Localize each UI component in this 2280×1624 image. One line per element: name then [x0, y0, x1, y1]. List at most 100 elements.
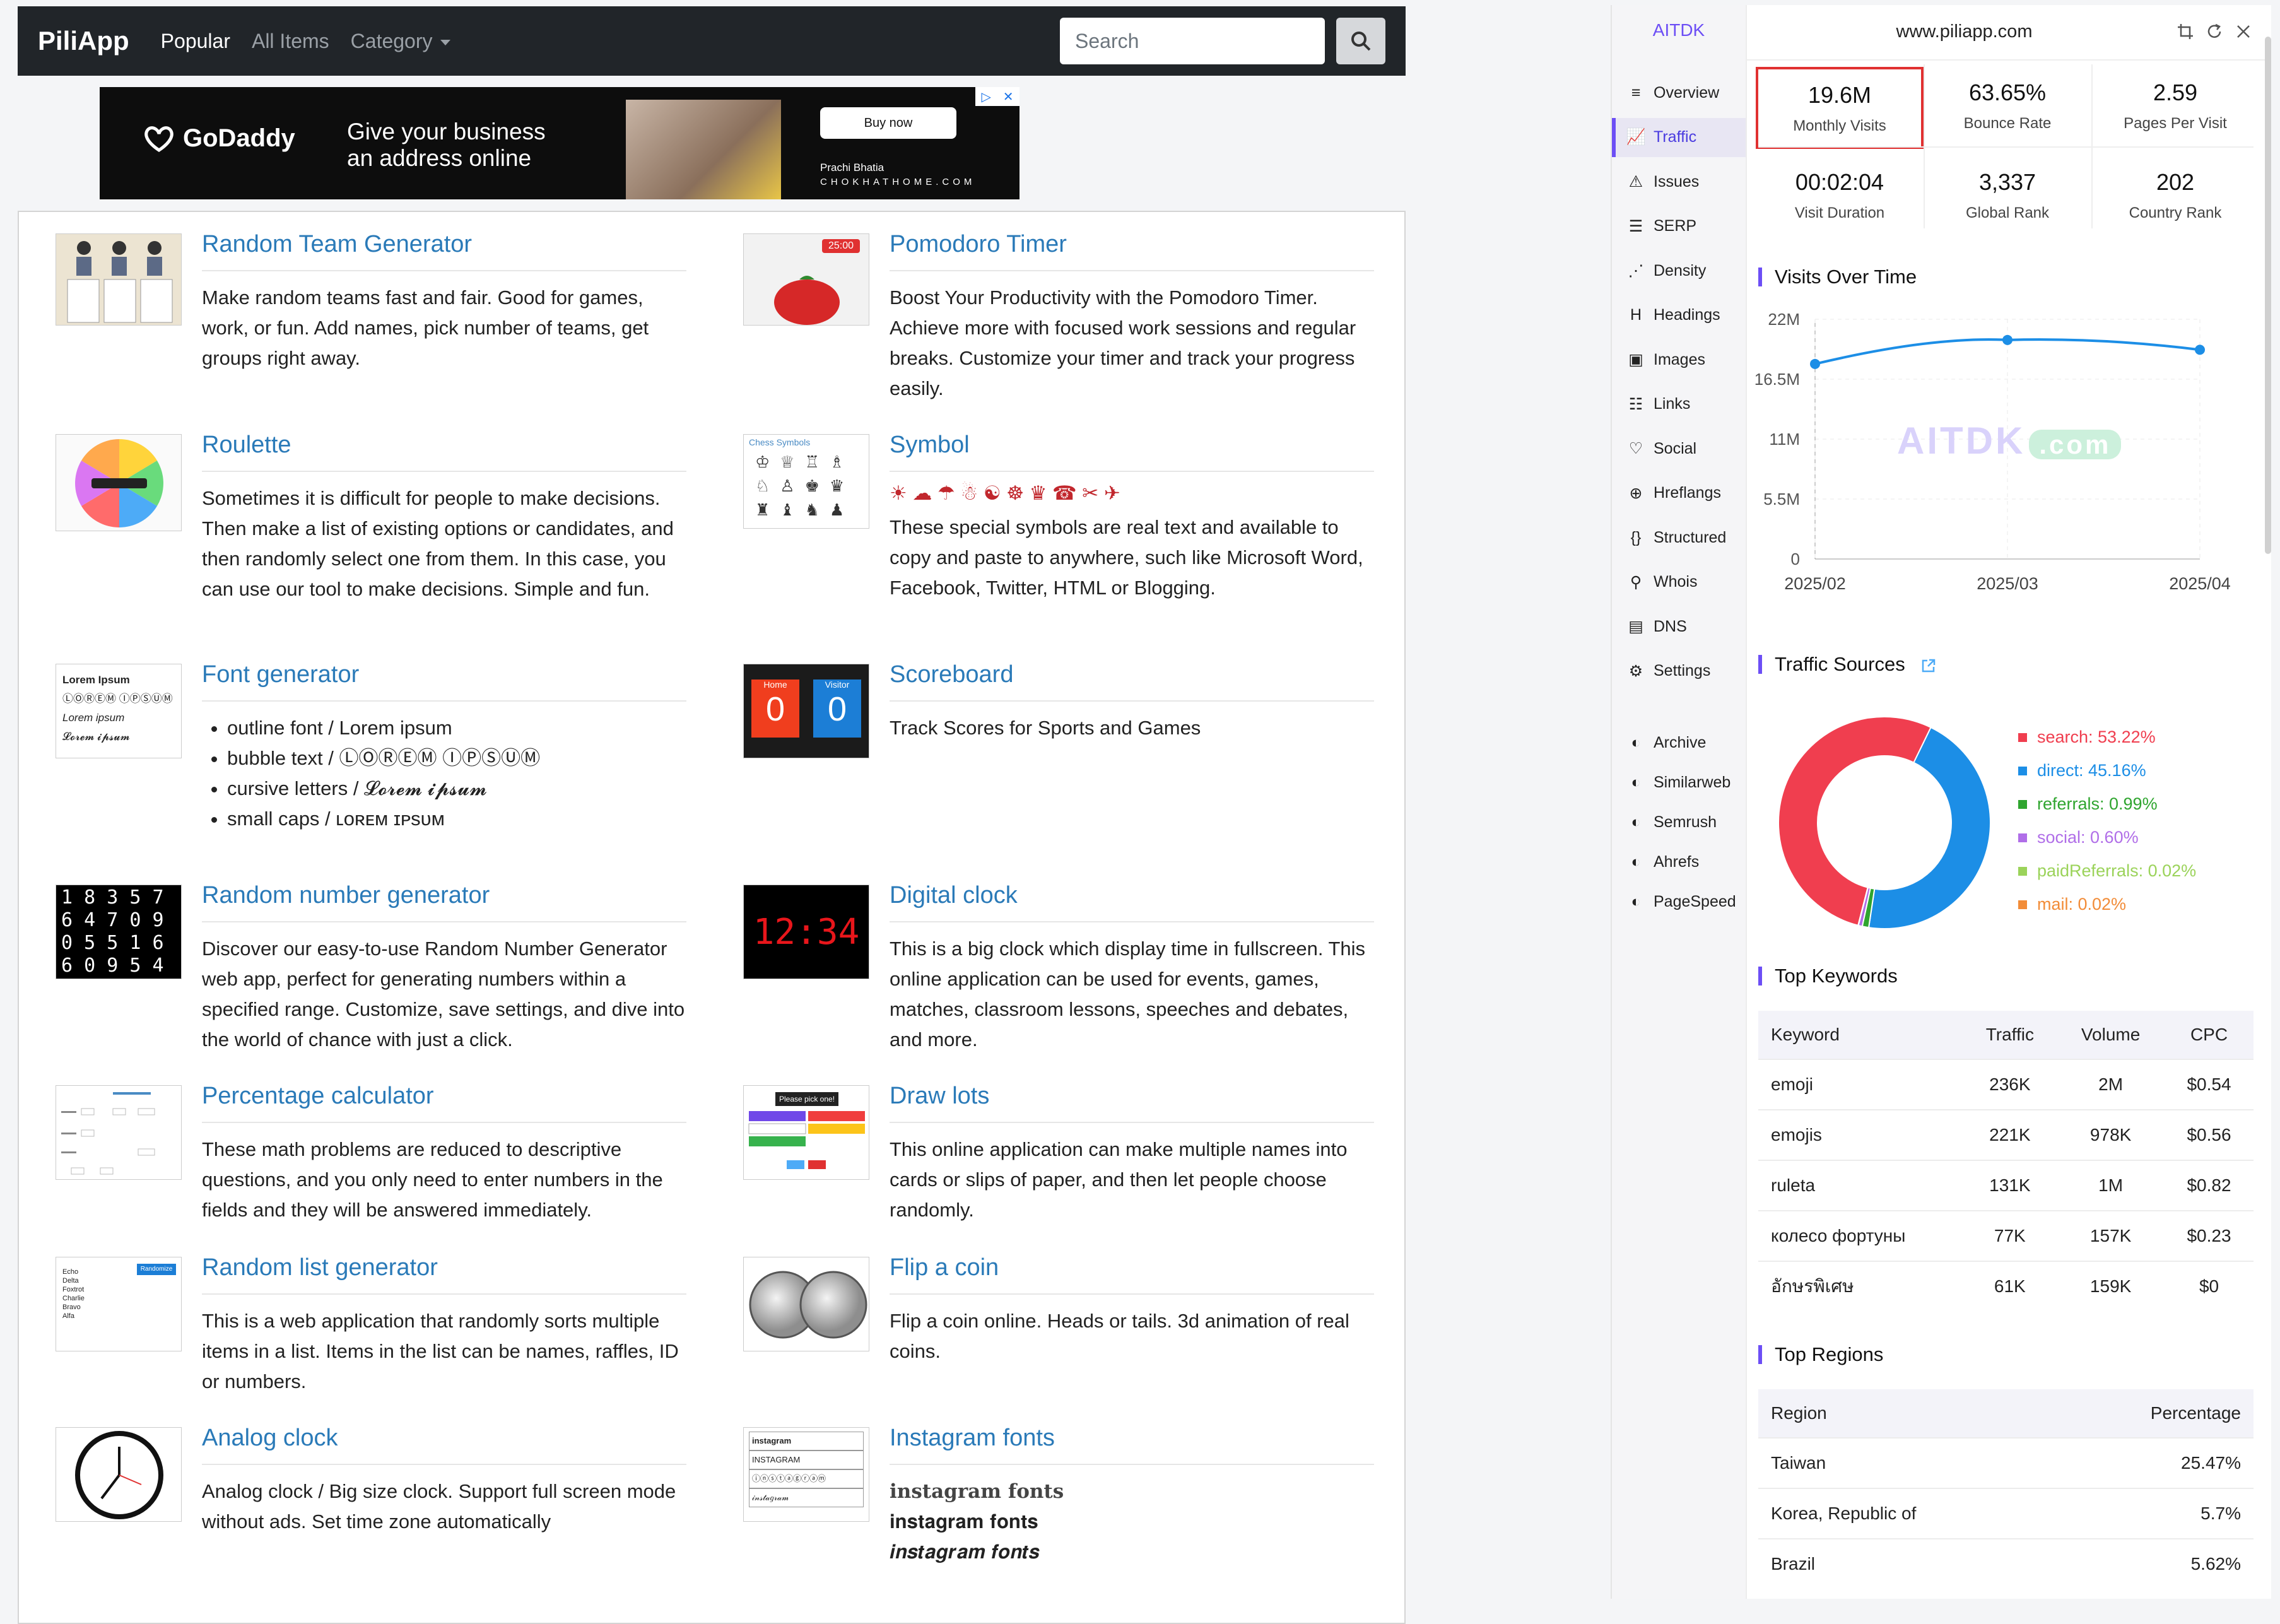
nav-link-all-items[interactable]: All Items — [252, 30, 329, 53]
metric-label: Global Rank — [1965, 204, 2050, 221]
sidebar-item-links[interactable]: ☷ Links — [1612, 385, 1746, 424]
refresh-icon[interactable] — [2206, 23, 2223, 40]
traffic-sources-donut — [1778, 716, 1991, 929]
item-description: Sometimes it is difficult for people to … — [202, 487, 674, 600]
instagram-fonts-thumbnail: instagram INSTAGRAM ⓘⓝⓢⓣⓐⓖⓡⓐⓜ 𝒾𝓃𝓈𝓉𝒶𝑔𝓇𝒶𝓂 — [743, 1427, 869, 1522]
site-logo[interactable]: PiliApp — [38, 26, 129, 56]
item-title[interactable]: Font generator — [202, 661, 359, 688]
item-title[interactable]: Instagram fonts — [890, 1425, 1055, 1452]
external-link-icon[interactable] — [1920, 657, 1937, 674]
search-button[interactable] — [1336, 18, 1385, 64]
legend-item-referrals[interactable]: referrals: 0.99% — [2018, 787, 2196, 821]
scrollbar[interactable] — [2265, 37, 2271, 554]
table-cell: emoji — [1758, 1059, 1963, 1110]
legend-item-search[interactable]: search: 53.22% — [2018, 721, 2196, 754]
legend-swatch — [2018, 866, 2027, 876]
sidebar-item-whois[interactable]: ⚲ Whois — [1612, 563, 1746, 602]
symbol-thumbnail: Chess Symbols ♔♕♖♗ ♘♙♚♛ ♜♝♞♟ — [743, 434, 869, 529]
legend-item-social[interactable]: social: 0.60% — [2018, 821, 2196, 854]
item-title[interactable]: Pomodoro Timer — [890, 231, 1067, 258]
section-title-keywords: Top Keywords — [1758, 966, 1898, 986]
image-icon: ▣ — [1628, 351, 1643, 368]
item-title[interactable]: Scoreboard — [890, 661, 1013, 688]
sidebar-item-label: DNS — [1654, 617, 1687, 635]
item-title[interactable]: Percentage calculator — [202, 1083, 434, 1110]
sidebar-item-images[interactable]: ▣ Images — [1612, 340, 1746, 379]
nav-link-category[interactable]: Category — [351, 30, 450, 53]
ad-close-icon[interactable]: ▷ ✕ — [975, 87, 1020, 106]
legend-label: search: 53.22% — [2037, 727, 2156, 746]
sidebar-item-structured[interactable]: {} Structured — [1612, 518, 1746, 557]
sidebar-item-traffic[interactable]: 📈 Traffic — [1612, 117, 1746, 157]
table-row: อักษรพิเศษ 61K 159K $0 — [1758, 1261, 2254, 1311]
external-link-semrush[interactable]: ◐ Semrush — [1612, 803, 1746, 842]
ad-banner[interactable]: GoDaddy Give your business an address on… — [100, 87, 1020, 199]
close-icon[interactable] — [2235, 23, 2252, 40]
metric-value: 3,337 — [1978, 169, 2036, 195]
table-cell: 5.7% — [2053, 1488, 2254, 1539]
donut-slice-direct[interactable] — [1867, 726, 1991, 929]
sidebar-item-social[interactable]: ♡ Social — [1612, 429, 1746, 468]
external-link-ahrefs[interactable]: ◐ Ahrefs — [1612, 842, 1746, 881]
item-title[interactable]: Digital clock — [890, 882, 1018, 909]
chess-symbols-grid: ♔♕♖♗ ♘♙♚♛ ♜♝♞♟ — [755, 452, 855, 519]
legend-item-mail[interactable]: mail: 0.02% — [2018, 888, 2196, 921]
divider — [202, 270, 686, 271]
sidebar-item-headings[interactable]: H Headings — [1612, 296, 1746, 335]
item-title[interactable]: Random list generator — [202, 1254, 438, 1281]
item-title[interactable]: Roulette — [202, 432, 291, 459]
table-row: Taiwan 25.47% — [1758, 1437, 2254, 1488]
data-point[interactable] — [1810, 358, 1820, 369]
x-tick-label: 2025/02 — [1784, 574, 1846, 593]
external-link-similarweb[interactable]: ◐ Similarweb — [1612, 763, 1746, 802]
divider — [890, 471, 1374, 472]
data-point[interactable] — [2195, 344, 2205, 355]
item-description: These math problems are reduced to descr… — [202, 1138, 663, 1221]
external-tool-icon: ◐ — [1631, 852, 1641, 871]
item-title[interactable]: Flip a coin — [890, 1254, 999, 1281]
font-sample: 𝐢𝐧𝐬𝐭𝐚𝐠𝐫𝐚𝐦 𝐟𝐨𝐧𝐭𝐬 — [890, 1510, 1038, 1533]
column-header: CPC — [2165, 1011, 2254, 1059]
sidebar-item-label: Structured — [1654, 528, 1727, 546]
item-title[interactable]: Random Team Generator — [202, 231, 472, 258]
table-cell: 2M — [2057, 1059, 2165, 1110]
watermark-tag: .com — [2029, 430, 2122, 459]
item-title[interactable]: Draw lots — [890, 1083, 989, 1110]
nav-link-popular[interactable]: Popular — [161, 30, 230, 53]
ad-brand: GoDaddy — [183, 124, 295, 152]
sidebar-item-issues[interactable]: ⚠ Issues — [1612, 162, 1746, 201]
crop-icon[interactable] — [2177, 23, 2194, 40]
item-title[interactable]: Symbol — [890, 432, 970, 459]
external-link-archive[interactable]: ◐ Archive — [1612, 723, 1746, 762]
line-chart-icon: 📈 — [1626, 128, 1646, 146]
close-icon: ✕ — [1002, 90, 1014, 104]
item-description: Flip a coin online. Heads or tails. 3d a… — [890, 1310, 1349, 1362]
y-tick-label: 11M — [1769, 430, 1800, 449]
sidebar-item-density[interactable]: ⋰ Density — [1612, 251, 1746, 290]
legend-item-direct[interactable]: direct: 45.16% — [2018, 754, 2196, 787]
legend-item-paidReferrals[interactable]: paidReferrals: 0.02% — [2018, 854, 2196, 888]
legend-label: social: 0.60% — [2037, 828, 2139, 847]
sidebar-item-label: Density — [1654, 261, 1707, 279]
sidebar-item-overview[interactable]: ≡ Overview — [1612, 73, 1746, 112]
sidebar-item-serp[interactable]: ☰ SERP — [1612, 207, 1746, 246]
thumb-line: 6 0 9 5 4 — [61, 955, 164, 977]
sidebar-item-settings[interactable]: ⚙ Settings — [1612, 652, 1746, 691]
item-title[interactable]: Analog clock — [202, 1425, 338, 1452]
divider — [890, 921, 1374, 922]
data-point[interactable] — [2002, 334, 2013, 345]
font-style-list: outline font / Lorem ipsum bubble text /… — [202, 713, 719, 834]
links-icon: ☷ — [1628, 395, 1643, 413]
sidebar-item-hreflangs[interactable]: ⊕ Hreflangs — [1612, 474, 1746, 513]
table-row: колесо фортуны 77K 157K $0.23 — [1758, 1210, 2254, 1261]
divider — [890, 1293, 1374, 1295]
search-input[interactable]: Search — [1060, 18, 1325, 64]
sidebar-item-label: Social — [1654, 439, 1697, 457]
external-link-pagespeed[interactable]: ◐ PageSpeed — [1612, 882, 1746, 921]
ad-buy-button[interactable]: Buy now — [820, 107, 956, 139]
aitdk-header: www.piliapp.com — [1746, 5, 2271, 61]
table-cell: 77K — [1963, 1210, 2057, 1261]
watermark-text: AITDK — [1897, 420, 2026, 462]
sidebar-item-dns[interactable]: ▤ DNS — [1612, 607, 1746, 646]
item-title[interactable]: Random number generator — [202, 882, 490, 909]
